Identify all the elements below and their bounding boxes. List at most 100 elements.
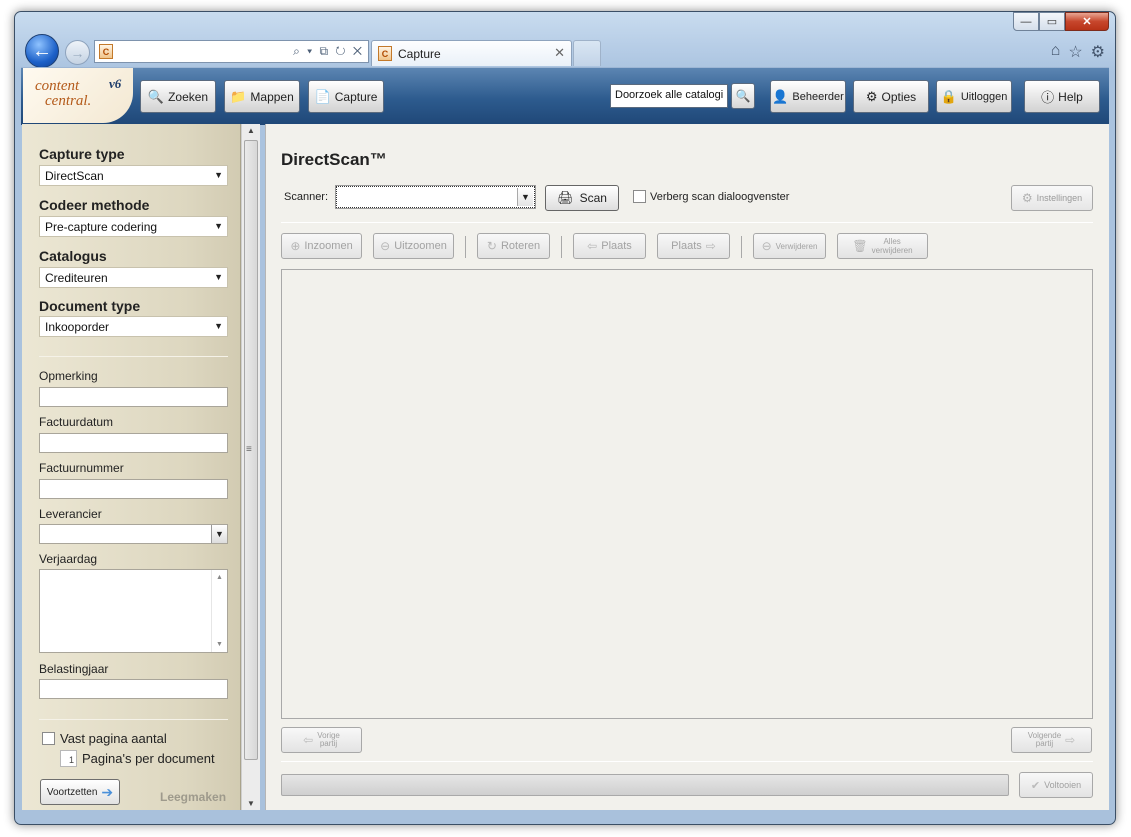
scanner-select[interactable]: ▼ xyxy=(335,185,536,209)
star-icon[interactable]: ☆ xyxy=(1068,42,1082,62)
search-icon: 🔍 xyxy=(735,89,751,103)
uitloggen-button[interactable]: 🔒 Uitloggen xyxy=(936,80,1012,113)
vorige-partij-text: Vorige partij xyxy=(317,732,340,748)
opmerking-field[interactable] xyxy=(39,387,228,407)
scan-button[interactable]: 🖨 Scan xyxy=(545,185,619,211)
catalog-search-input[interactable]: Doorzoek alle catalogi xyxy=(610,84,728,108)
uitloggen-label: Uitloggen xyxy=(960,90,1008,103)
instellingen-button[interactable]: ⚙ Instellingen xyxy=(1011,185,1093,211)
rotate-icon: ↻ xyxy=(486,238,497,253)
vorige-partij-button[interactable]: ⇦ Vorige partij xyxy=(281,727,362,753)
zoom-out-icon: ⊖ xyxy=(380,238,391,253)
checkmark-icon: ✔ xyxy=(1030,779,1041,792)
minimize-button[interactable]: — xyxy=(1013,12,1039,31)
scan-label: Scan xyxy=(579,191,607,205)
inzoomen-button[interactable]: ⊕ Inzoomen xyxy=(281,233,362,259)
vorige-line2: partij xyxy=(319,739,338,748)
sidebar-scrollbar[interactable]: ▲ ≡ ▼ xyxy=(241,124,260,810)
capture-type-select[interactable]: DirectScan ▼ xyxy=(39,165,228,186)
address-tools[interactable]: ⌕ ▾ ⧉ ↻ ✕ xyxy=(293,44,364,59)
textarea-scrollbar[interactable]: ▲ ▼ xyxy=(211,570,227,652)
belastingjaar-field[interactable] xyxy=(39,679,228,699)
window-controls: — ▭ ✕ xyxy=(1013,12,1109,31)
arrow-right-icon: ⇨ xyxy=(1065,733,1076,747)
tab-close-icon[interactable]: ✕ xyxy=(554,45,565,61)
leverancier-combobox[interactable]: ▼ xyxy=(39,524,228,544)
toolbar-divider xyxy=(281,222,1093,223)
verwijderen-button[interactable]: ⊖ Verwijderen xyxy=(753,233,826,259)
mappen-label: Mappen xyxy=(250,89,294,104)
tab-title: Capture xyxy=(398,46,441,61)
arrow-left-icon: ⇦ xyxy=(587,238,598,253)
verjaardag-label: Verjaardag xyxy=(39,552,98,566)
instellingen-label: Instellingen xyxy=(1036,193,1083,203)
address-bar[interactable]: C ⌕ ▾ ⧉ ↻ ✕ xyxy=(94,40,369,63)
hide-scan-dialog-checkbox[interactable] xyxy=(633,190,646,203)
roteren-label: Roteren xyxy=(500,239,541,252)
opmerking-label: Opmerking xyxy=(39,369,98,383)
opties-label: Opties xyxy=(881,89,917,104)
scroll-down-icon[interactable]: ▼ xyxy=(247,799,255,808)
zoom-in-icon: ⊕ xyxy=(290,238,301,253)
opties-button[interactable]: ⚙ Opties xyxy=(853,80,929,113)
leegmaken-link[interactable]: Leegmaken xyxy=(160,790,226,804)
alles-verwijderen-button[interactable]: 🗑 Alles verwijderen xyxy=(837,233,928,259)
document-icon: 📄 xyxy=(314,88,331,104)
mappen-button[interactable]: 📁 Mappen xyxy=(224,80,300,113)
document-type-select[interactable]: Inkooporder ▼ xyxy=(39,316,228,337)
vast-pagina-label: Vast pagina aantal xyxy=(60,731,167,746)
factuurnummer-label: Factuurnummer xyxy=(39,461,124,475)
hide-scan-dialog-row: Verberg scan dialoogvenster xyxy=(633,190,789,203)
arrow-left-icon: ⇦ xyxy=(303,733,314,747)
catalogus-select[interactable]: Crediteuren ▼ xyxy=(39,267,228,288)
scroll-up-icon[interactable]: ▲ xyxy=(216,574,223,581)
uitzoomen-button[interactable]: ⊖ Uitzoomen xyxy=(373,233,454,259)
volgende-partij-text: Volgende partij xyxy=(1028,732,1061,748)
chevron-down-icon[interactable]: ▼ xyxy=(211,525,227,543)
plaats-right-label: Plaats xyxy=(671,239,702,252)
footer-divider xyxy=(281,761,1093,762)
arrow-right-icon: ➔ xyxy=(101,783,114,800)
factuurdatum-field[interactable] xyxy=(39,433,228,453)
scan-preview-area[interactable] xyxy=(281,269,1093,719)
codeer-methode-select[interactable]: Pre-capture codering ▼ xyxy=(39,216,228,237)
capture-type-heading: Capture type xyxy=(39,146,125,162)
gear-icon[interactable]: ⚙ xyxy=(1091,42,1105,62)
maximize-button[interactable]: ▭ xyxy=(1039,12,1065,31)
plaats-right-button[interactable]: Plaats ⇨ xyxy=(657,233,730,259)
chevron-down-icon: ▼ xyxy=(517,188,533,206)
voltooien-button[interactable]: ✔ Voltooien xyxy=(1019,772,1093,798)
scroll-down-icon[interactable]: ▼ xyxy=(216,641,223,648)
hide-scan-dialog-label: Verberg scan dialoogvenster xyxy=(650,190,790,203)
roteren-button[interactable]: ↻ Roteren xyxy=(477,233,550,259)
verwijderen-label: Verwijderen xyxy=(775,241,818,251)
arrow-right-icon: → xyxy=(70,44,85,61)
forward-button[interactable]: → xyxy=(65,40,90,65)
beheerder-button[interactable]: 👤 Beheerder xyxy=(770,80,846,113)
pages-per-document-input[interactable]: 1 xyxy=(60,750,77,767)
uitzoomen-label: Uitzoomen xyxy=(394,239,447,252)
home-icon[interactable]: ⌂ xyxy=(1051,42,1061,62)
codeer-methode-heading: Codeer methode xyxy=(39,197,150,213)
lock-icon: 🔒 xyxy=(940,88,957,104)
voortzetten-button[interactable]: Voortzetten ➔ xyxy=(40,779,120,805)
verjaardag-field[interactable]: ▲ ▼ xyxy=(39,569,228,653)
page-title: DirectScan™ xyxy=(281,150,387,169)
back-button[interactable]: ← xyxy=(25,34,59,68)
vast-pagina-checkbox[interactable] xyxy=(42,732,55,745)
new-tab-button[interactable] xyxy=(573,40,601,66)
volgende-partij-button[interactable]: Volgende partij ⇨ xyxy=(1011,727,1092,753)
plaats-left-button[interactable]: ⇦ Plaats xyxy=(573,233,646,259)
help-button[interactable]: ⓘ Help xyxy=(1024,80,1100,113)
capture-button[interactable]: 📄 Capture xyxy=(308,80,384,113)
scroll-up-icon[interactable]: ▲ xyxy=(247,126,255,135)
search-button[interactable]: 🔍 xyxy=(731,83,755,109)
grip-icon: ≡ xyxy=(246,444,252,455)
factuurdatum-label: Factuurdatum xyxy=(39,415,114,429)
factuurnummer-field[interactable] xyxy=(39,479,228,499)
document-type-heading: Document type xyxy=(39,298,141,314)
browser-tab-capture[interactable]: C Capture ✕ xyxy=(371,40,572,66)
document-type-value: Inkooporder xyxy=(45,320,110,334)
zoeken-button[interactable]: 🔍 Zoeken xyxy=(140,80,216,113)
close-window-button[interactable]: ✕ xyxy=(1065,12,1109,31)
